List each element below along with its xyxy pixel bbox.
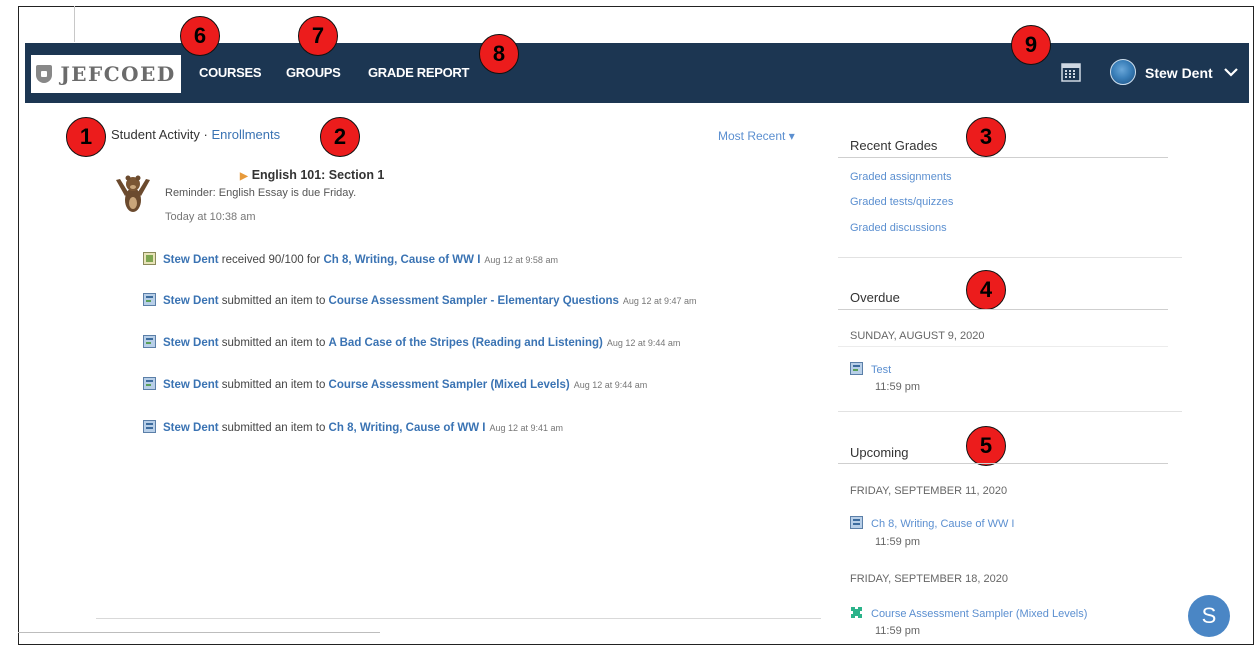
feed-user[interactable]: Stew Dent — [163, 295, 219, 307]
divider — [74, 6, 75, 42]
post-author-avatar[interactable] — [113, 170, 153, 214]
feed-action: submitted an item to — [218, 295, 329, 307]
graded-tests-link[interactable]: Graded tests/quizzes — [850, 196, 953, 208]
calendar-icon[interactable] — [1061, 62, 1081, 82]
activity-title: Student Activity — [111, 127, 200, 142]
assessment-icon — [143, 293, 156, 306]
user-name[interactable]: Stew Dent — [1145, 65, 1213, 81]
feed-row: Stew Dent submitted an item to A Bad Cas… — [143, 335, 680, 349]
feed-item-link[interactable]: Course Assessment Sampler - Elementary Q… — [329, 295, 619, 307]
chat-button[interactable]: S — [1188, 595, 1230, 637]
divider — [18, 632, 380, 633]
divider — [838, 463, 1168, 464]
feed-user[interactable]: Stew Dent — [163, 254, 219, 266]
feed-action: received 90/100 for — [218, 254, 324, 266]
upcoming-item-label: Course Assessment Sampler (Mixed Levels) — [871, 608, 1088, 620]
callout-7: 7 — [298, 16, 338, 56]
activity-header: Student Activity · Enrollments — [111, 127, 280, 142]
overdue-item[interactable]: Test — [850, 362, 891, 376]
feed-item-link[interactable]: Ch 8, Writing, Cause of WW I — [329, 422, 486, 434]
post-message: Reminder: English Essay is due Friday. — [165, 187, 357, 199]
nav-grade-report[interactable]: GRADE REPORT — [368, 65, 469, 80]
feed-row: Stew Dent submitted an item to Course As… — [143, 377, 647, 391]
upcoming-item[interactable]: Ch 8, Writing, Cause of WW I — [850, 516, 1014, 530]
logo-text: JEFCOED — [60, 62, 176, 86]
callout-5: 5 — [966, 426, 1006, 466]
graded-discussions-link[interactable]: Graded discussions — [850, 222, 947, 234]
feed-user[interactable]: Stew Dent — [163, 379, 219, 391]
divider — [96, 618, 821, 619]
divider — [838, 346, 1168, 347]
overdue-item-label: Test — [871, 364, 892, 376]
feed-item-link[interactable]: A Bad Case of the Stripes (Reading and L… — [329, 337, 603, 349]
overdue-title: Overdue — [850, 290, 900, 305]
assessment-icon — [850, 362, 863, 375]
callout-9: 9 — [1011, 25, 1051, 65]
nav-courses[interactable]: COURSES — [199, 65, 262, 80]
feed-date: Aug 12 at 9:44 am — [573, 380, 648, 390]
shield-icon — [36, 65, 53, 83]
nav-groups[interactable]: GROUPS — [286, 65, 341, 80]
assessment-icon — [143, 377, 156, 390]
feed-item-link[interactable]: Course Assessment Sampler (Mixed Levels) — [329, 379, 570, 391]
feed-user[interactable]: Stew Dent — [163, 337, 219, 349]
callout-4: 4 — [966, 270, 1006, 310]
feed-user[interactable]: Stew Dent — [163, 422, 219, 434]
feed-date: Aug 12 at 9:44 am — [606, 338, 681, 348]
overdue-date: SUNDAY, AUGUST 9, 2020 — [850, 330, 985, 342]
triangle-right-icon: ▶ — [240, 171, 248, 182]
divider — [838, 411, 1182, 412]
upcoming-date: FRIDAY, SEPTEMBER 11, 2020 — [850, 485, 1008, 497]
upcoming-time: 11:59 pm — [875, 536, 921, 548]
puzzle-icon — [851, 607, 862, 618]
upcoming-date: FRIDAY, SEPTEMBER 18, 2020 — [850, 573, 1008, 585]
graded-assignments-link[interactable]: Graded assignments — [850, 171, 952, 183]
post-course[interactable]: ▶ English 101: Section 1 — [240, 168, 384, 182]
callout-2: 2 — [320, 117, 360, 157]
callout-3: 3 — [966, 117, 1006, 157]
overdue-time: 11:59 pm — [875, 381, 921, 393]
enrollments-link[interactable]: Enrollments — [211, 127, 280, 142]
feed-row: Stew Dent received 90/100 for Ch 8, Writ… — [143, 252, 558, 266]
feed-date: Aug 12 at 9:47 am — [622, 296, 697, 306]
assignment-icon — [850, 516, 863, 529]
post-course-label: English 101: Section 1 — [251, 168, 385, 182]
feed-action: submitted an item to — [218, 337, 329, 349]
feed-date: Aug 12 at 9:58 am — [484, 255, 558, 265]
logo[interactable]: JEFCOED — [31, 55, 181, 93]
separator: · — [203, 127, 208, 142]
feed-row: Stew Dent submitted an item to Course As… — [143, 293, 696, 307]
feed-action: submitted an item to — [218, 379, 329, 391]
post-timestamp: Today at 10:38 am — [165, 211, 256, 223]
graded-icon — [143, 252, 156, 265]
callout-8: 8 — [479, 34, 519, 74]
callout-6: 6 — [180, 16, 220, 56]
assessment-icon — [143, 335, 156, 348]
callout-1: 1 — [66, 117, 106, 157]
upcoming-item[interactable]: Course Assessment Sampler (Mixed Levels) — [850, 606, 1087, 620]
feed-date: Aug 12 at 9:41 am — [489, 423, 564, 433]
upcoming-item-label: Ch 8, Writing, Cause of WW I — [871, 518, 1015, 530]
upcoming-time: 11:59 pm — [875, 625, 921, 637]
divider — [838, 257, 1182, 258]
feed-item-link[interactable]: Ch 8, Writing, Cause of WW I — [323, 254, 480, 266]
divider — [838, 309, 1168, 310]
chevron-down-icon[interactable] — [1223, 66, 1239, 78]
avatar[interactable] — [1110, 59, 1136, 85]
sort-dropdown[interactable]: Most Recent ▾ — [718, 129, 795, 143]
upcoming-title: Upcoming — [850, 445, 909, 460]
feed-action: submitted an item to — [218, 422, 329, 434]
assignment-icon — [143, 420, 156, 433]
feed-row: Stew Dent submitted an item to Ch 8, Wri… — [143, 420, 563, 434]
recent-grades-title: Recent Grades — [850, 138, 938, 153]
divider — [838, 157, 1168, 158]
